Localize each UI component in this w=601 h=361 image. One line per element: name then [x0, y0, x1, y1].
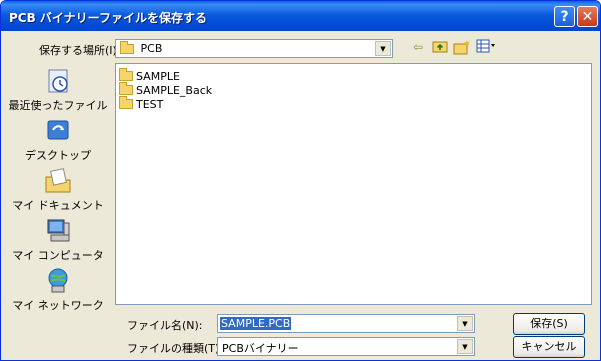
folder-icon — [119, 82, 133, 95]
new-folder-icon[interactable] — [453, 39, 471, 55]
my-documents-icon — [43, 167, 73, 195]
filetype-select[interactable]: PCBバイナリー ▼ — [217, 337, 475, 356]
place-my-network[interactable]: マイ ネットワーク — [5, 267, 111, 315]
list-item[interactable]: TEST — [119, 96, 163, 111]
recent-files-icon — [43, 67, 73, 95]
help-button[interactable]: ? — [554, 6, 575, 27]
back-arrow-icon[interactable]: ⇦ — [409, 39, 427, 55]
place-label: マイ ドキュメント — [12, 199, 104, 212]
save-dialog: PCB バイナリーファイルを保存する ? ✕ 保存する場所(I): PCB ▼ … — [0, 0, 601, 361]
filename-field[interactable]: SAMPLE.PCB ▼ — [217, 314, 475, 333]
place-label: デスクトップ — [25, 149, 91, 162]
filename-label: ファイル名(N): — [127, 319, 203, 332]
desktop-icon — [43, 117, 73, 145]
cancel-button[interactable]: キャンセル — [513, 336, 585, 358]
place-recent-files[interactable]: 最近使ったファイル — [5, 67, 111, 115]
chevron-down-icon[interactable]: ▼ — [375, 41, 391, 56]
place-label: マイ コンピュータ — [12, 249, 104, 262]
up-folder-icon[interactable] — [431, 39, 449, 55]
list-item[interactable]: SAMPLE_Back — [119, 82, 212, 97]
location-combo[interactable]: PCB ▼ — [115, 39, 393, 58]
list-item[interactable]: SAMPLE — [119, 68, 180, 83]
places-bar: 最近使ったファイル デスクトップ マイ ドキュメント マイ コンピュータ マイ … — [5, 63, 111, 312]
folder-icon — [120, 41, 134, 54]
place-desktop[interactable]: デスクトップ — [5, 117, 111, 165]
filetype-value: PCBバイナリー — [222, 342, 299, 355]
title-bar: PCB バイナリーファイルを保存する ? ✕ — [1, 1, 600, 31]
view-menu-icon[interactable] — [475, 39, 497, 55]
close-button[interactable]: ✕ — [577, 6, 598, 27]
filename-value: SAMPLE.PCB — [220, 317, 292, 330]
save-button[interactable]: 保存(S) — [513, 313, 585, 335]
place-label: マイ ネットワーク — [12, 299, 104, 312]
chevron-down-icon[interactable]: ▼ — [457, 339, 473, 354]
my-computer-icon — [43, 217, 73, 245]
chevron-down-icon[interactable]: ▼ — [457, 316, 473, 331]
location-label: 保存する場所(I): — [39, 44, 121, 57]
place-label: 最近使ったファイル — [8, 99, 108, 112]
window-title: PCB バイナリーファイルを保存する — [9, 11, 207, 25]
place-my-documents[interactable]: マイ ドキュメント — [5, 167, 111, 215]
my-network-icon — [43, 267, 73, 295]
place-my-computer[interactable]: マイ コンピュータ — [5, 217, 111, 265]
folder-icon — [119, 96, 133, 109]
filetype-label: ファイルの種類(T): — [127, 342, 224, 355]
folder-icon — [119, 68, 133, 81]
file-list[interactable]: SAMPLE SAMPLE_Back TEST — [115, 63, 592, 305]
location-value: PCB — [140, 42, 163, 55]
